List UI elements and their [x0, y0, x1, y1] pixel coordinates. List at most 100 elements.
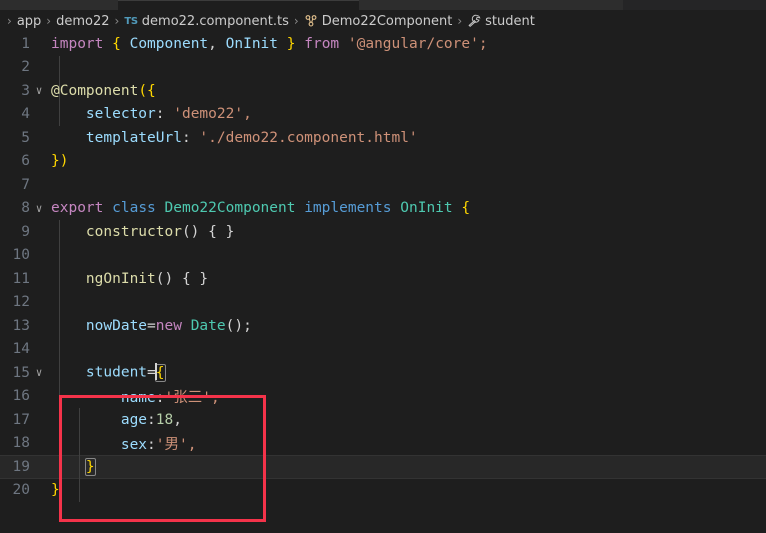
breadcrumb-item-app[interactable]: app [17, 14, 41, 29]
class-symbol-icon [304, 14, 318, 28]
code-line[interactable]: 9 constructor() { } [0, 220, 766, 244]
code-line[interactable]: 6 }) [0, 150, 766, 174]
line-number: 3 [21, 82, 30, 99]
editor-tab-inactive-left[interactable] [0, 0, 118, 10]
token-equals: = [147, 317, 156, 334]
token-component: Component [129, 35, 209, 52]
token-empty-block: () { } [155, 270, 209, 287]
code-line[interactable]: 7 [0, 173, 766, 197]
code-line[interactable]: 14 [0, 338, 766, 362]
token-class-name: Demo22Component [164, 200, 296, 217]
token-student: student [85, 364, 148, 381]
token-paren-brace-open: ({ [138, 82, 156, 99]
code-text: templateUrl: './demo22.component.html' [47, 130, 418, 146]
token-comma: , [173, 411, 182, 428]
breadcrumb-separator-0: › [7, 14, 12, 28]
token-oninit: OnInit [225, 35, 279, 52]
line-number: 9 [21, 223, 30, 240]
code-line[interactable]: 15 ∨ student={ [0, 361, 766, 385]
editor-tab-inactive-right[interactable] [359, 0, 623, 10]
fold-chevron-down-icon[interactable]: ∨ [31, 197, 47, 221]
code-text: age:18, [47, 412, 182, 428]
code-line[interactable]: 17 age:18, [0, 408, 766, 432]
token-name-value: '张三', [164, 389, 220, 406]
line-number: 8 [21, 200, 30, 217]
line-number: 20 [12, 482, 30, 499]
code-editor[interactable]: 1 import { Component, OnInit } from '@an… [0, 32, 766, 533]
line-number: 15 [12, 364, 30, 381]
code-line-active[interactable]: 19 } [0, 455, 766, 479]
breadcrumb-item-demo22[interactable]: demo22 [56, 14, 109, 29]
token-sex-key: sex [120, 436, 148, 453]
token-colon: : [147, 411, 156, 428]
line-number: 11 [12, 270, 30, 287]
code-lines[interactable]: 1 import { Component, OnInit } from '@an… [0, 32, 766, 502]
code-text: } [47, 457, 96, 476]
token-brace-paren-close: }) [51, 153, 69, 170]
fold-chevron-down-icon[interactable]: ∨ [31, 361, 47, 385]
breadcrumb: › app › demo22 › TS demo22.component.ts … [0, 10, 766, 32]
code-line[interactable]: 2 [0, 56, 766, 80]
line-number: 6 [21, 153, 30, 170]
code-text: export class Demo22Component implements … [47, 200, 470, 216]
breadcrumb-item-symbol[interactable]: student [485, 14, 535, 29]
token-brace-open: { [112, 35, 121, 52]
code-line[interactable]: 1 import { Component, OnInit } from '@an… [0, 32, 766, 56]
token-templateurl-key: templateUrl [85, 129, 182, 146]
token-age-value: 18 [155, 411, 174, 428]
token-constructor: constructor [85, 223, 182, 240]
editor-tab-bar[interactable] [0, 0, 766, 11]
token-new: new [155, 317, 182, 334]
code-line[interactable]: 20 } [0, 479, 766, 503]
code-line[interactable]: 13 nowDate=new Date(); [0, 314, 766, 338]
code-text: }) [47, 153, 68, 169]
token-ngoninit: ngOnInit [85, 270, 156, 287]
token-selector-key: selector [85, 106, 156, 123]
code-line[interactable]: 3 ∨ @Component({ [0, 79, 766, 103]
token-class: class [112, 200, 156, 217]
breadcrumb-item-file[interactable]: demo22.component.ts [142, 14, 289, 29]
line-number: 4 [21, 106, 30, 123]
token-age-key: age [120, 411, 148, 428]
code-text: name:'张三', [47, 386, 220, 407]
token-export: export [51, 200, 104, 217]
line-number: 16 [12, 388, 30, 405]
line-number: 14 [12, 341, 30, 358]
token-colon: : [155, 106, 165, 123]
code-line[interactable]: 11 ngOnInit() { } [0, 267, 766, 291]
breadcrumb-separator-2: › [114, 14, 120, 28]
token-sex-value: '男', [155, 436, 197, 453]
code-text: @Component({ [47, 83, 156, 99]
line-number: 5 [21, 129, 30, 146]
fold-chevron-down-icon[interactable]: ∨ [31, 79, 47, 103]
property-symbol-icon [467, 14, 481, 28]
code-text: constructor() { } [47, 224, 234, 240]
line-number: 7 [21, 176, 30, 193]
line-number: 10 [12, 247, 30, 264]
token-selector-value: 'demo22', [173, 106, 252, 123]
token-nowdate: nowDate [85, 317, 148, 334]
text-cursor [154, 363, 157, 381]
code-line[interactable]: 4 selector: 'demo22', [0, 103, 766, 127]
code-line[interactable]: 18 sex:'男', [0, 432, 766, 456]
breadcrumb-item-class[interactable]: Demo22Component [322, 14, 453, 29]
token-brace-close: } [51, 482, 60, 499]
token-interface: OnInit [400, 200, 453, 217]
token-decorator: @Component [51, 82, 139, 99]
token-brace-close-matched: } [84, 457, 96, 476]
token-templateurl-value: './demo22.component.html' [199, 129, 418, 146]
typescript-file-icon: TS [124, 15, 138, 27]
code-line[interactable]: 12 [0, 291, 766, 315]
code-line[interactable]: 5 templateUrl: './demo22.component.html' [0, 126, 766, 150]
code-line[interactable]: 10 [0, 244, 766, 268]
token-comma: , [208, 35, 217, 52]
token-colon: : [155, 389, 165, 406]
code-line[interactable]: 8 ∨ export class Demo22Component impleme… [0, 197, 766, 221]
code-line[interactable]: 16 name:'张三', [0, 385, 766, 409]
token-import: import [51, 35, 104, 52]
line-number: 1 [21, 35, 30, 52]
code-text: nowDate=new Date(); [47, 318, 252, 334]
token-date: Date [190, 317, 226, 334]
line-number: 2 [21, 59, 30, 76]
token-call-end: (); [225, 317, 252, 334]
